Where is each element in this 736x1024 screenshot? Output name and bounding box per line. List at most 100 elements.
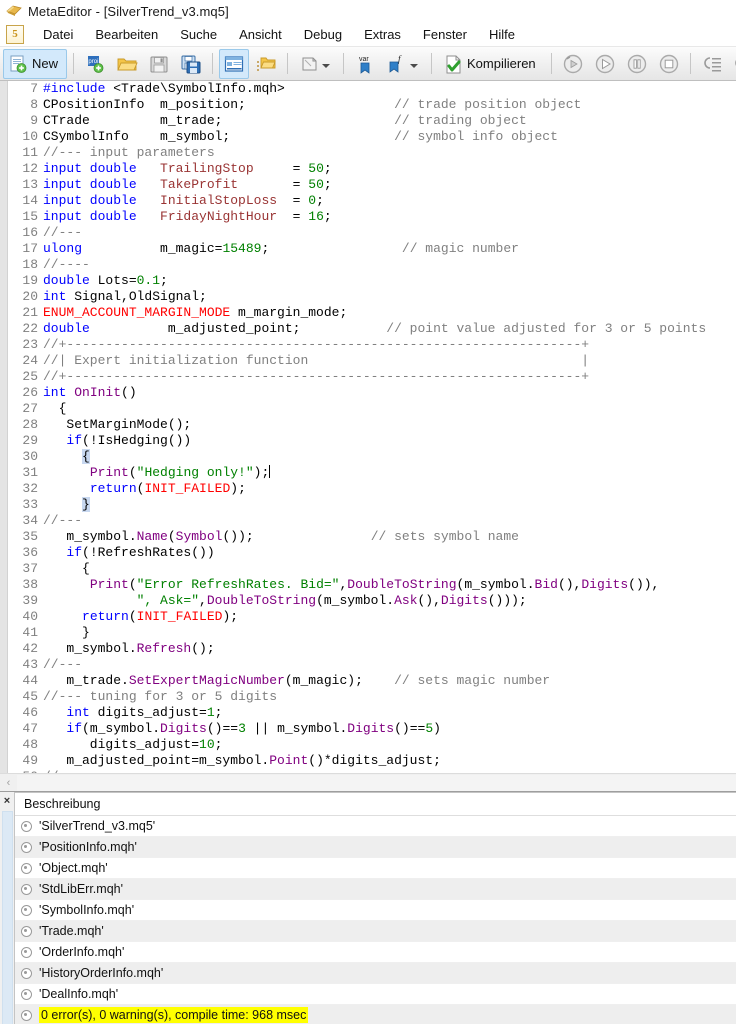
list-item[interactable]: 'DealInfo.mqh' bbox=[15, 984, 736, 1005]
list-item[interactable]: 'StdLibErr.mqh' bbox=[15, 879, 736, 900]
code-line[interactable]: 20int Signal,OldSignal; bbox=[0, 289, 736, 305]
code-line[interactable]: 16//--- bbox=[0, 225, 736, 241]
code-line[interactable]: 34//--- bbox=[0, 513, 736, 529]
scroll-track[interactable] bbox=[17, 775, 736, 791]
menu-ansicht[interactable]: Ansicht bbox=[228, 24, 293, 45]
compile-button[interactable]: Kompilieren bbox=[438, 49, 545, 79]
code-token: || m_symbol. bbox=[246, 721, 347, 736]
menu-fenster[interactable]: Fenster bbox=[412, 24, 478, 45]
styler-button[interactable] bbox=[294, 49, 337, 79]
code-lines[interactable]: 7#include <Trade\SymbolInfo.mqh>8CPositi… bbox=[0, 81, 736, 773]
menu-suche[interactable]: Suche bbox=[169, 24, 228, 45]
chevron-down-icon[interactable] bbox=[410, 64, 418, 68]
list-item[interactable]: 'Object.mqh' bbox=[15, 858, 736, 879]
code-token: m_magic= bbox=[82, 241, 222, 256]
code-token: m_trade. bbox=[43, 673, 129, 688]
code-line[interactable]: 38 Print("Error RefreshRates. Bid=",Doub… bbox=[0, 577, 736, 593]
code-line[interactable]: 36 if(!RefreshRates()) bbox=[0, 545, 736, 561]
code-line[interactable]: 31 Print("Hedging only!"); bbox=[0, 465, 736, 481]
column-header-beschreibung[interactable]: Beschreibung bbox=[15, 793, 736, 816]
scroll-left-arrow-icon[interactable]: ‹ bbox=[0, 775, 17, 791]
code-line[interactable]: 21ENUM_ACCOUNT_MARGIN_MODE m_margin_mode… bbox=[0, 305, 736, 321]
step-over-button[interactable] bbox=[729, 49, 736, 79]
open-file-button[interactable] bbox=[112, 49, 142, 79]
debug-restart-icon bbox=[562, 53, 584, 75]
mql5-badge-icon[interactable]: 5 bbox=[6, 25, 24, 44]
menu-hilfe[interactable]: Hilfe bbox=[478, 24, 526, 45]
editor-horizontal-scrollbar[interactable]: ‹ bbox=[0, 773, 736, 791]
line-number: 8 bbox=[0, 97, 38, 113]
list-item[interactable]: 'HistoryOrderInfo.mqh' bbox=[15, 963, 736, 984]
chevron-down-icon[interactable] bbox=[322, 64, 330, 68]
code-line[interactable]: 35 m_symbol.Name(Symbol()); // sets symb… bbox=[0, 529, 736, 545]
stop-debug-button[interactable] bbox=[654, 49, 684, 79]
code-line[interactable]: 47 if(m_symbol.Digits()==3 || m_symbol.D… bbox=[0, 721, 736, 737]
code-token: (m_symbol. bbox=[82, 721, 160, 736]
code-line[interactable]: 49 m_adjusted_point=m_symbol.Point()*dig… bbox=[0, 753, 736, 769]
code-line[interactable]: 39 ", Ask=",DoubleToString(m_symbol.Ask(… bbox=[0, 593, 736, 609]
code-line[interactable]: 45//--- tuning for 3 or 5 digits bbox=[0, 689, 736, 705]
list-item[interactable]: 'Trade.mqh' bbox=[15, 921, 736, 942]
menu-bearbeiten[interactable]: Bearbeiten bbox=[84, 24, 169, 45]
menu-extras[interactable]: Extras bbox=[353, 24, 412, 45]
code-line[interactable]: 9CTrade m_trade; // trading object bbox=[0, 113, 736, 129]
toggle-navigator-button[interactable] bbox=[219, 49, 249, 79]
save-file-button[interactable] bbox=[144, 49, 174, 79]
code-line[interactable]: 22double m_adjusted_point; // point valu… bbox=[0, 321, 736, 337]
code-line[interactable]: 33 } bbox=[0, 497, 736, 513]
code-line[interactable]: 13input double TakeProfit = 50; bbox=[0, 177, 736, 193]
new-project-button[interactable]: proj bbox=[80, 49, 110, 79]
menu-datei[interactable]: Datei bbox=[32, 24, 84, 45]
code-line[interactable]: 15input double FridayNightHour = 16; bbox=[0, 209, 736, 225]
code-line[interactable]: 12input double TrailingStop = 50; bbox=[0, 161, 736, 177]
code-line[interactable]: 8CPositionInfo m_position; // trade posi… bbox=[0, 97, 736, 113]
code-line[interactable]: 42 m_symbol.Refresh(); bbox=[0, 641, 736, 657]
code-line[interactable]: 19double Lots=0.1; bbox=[0, 273, 736, 289]
code-line[interactable]: 11//--- input parameters bbox=[0, 145, 736, 161]
code-line[interactable]: 14input double InitialStopLoss = 0; bbox=[0, 193, 736, 209]
code-line[interactable]: 40 return(INIT_FAILED); bbox=[0, 609, 736, 625]
code-line[interactable]: 44 m_trade.SetExpertMagicNumber(m_magic)… bbox=[0, 673, 736, 689]
step-into-button[interactable] bbox=[697, 49, 727, 79]
code-line[interactable]: 30 { bbox=[0, 449, 736, 465]
pause-debug-button[interactable] bbox=[622, 49, 652, 79]
code-line[interactable]: 48 digits_adjust=10; bbox=[0, 737, 736, 753]
code-line[interactable]: 29 if(!IsHedging()) bbox=[0, 433, 736, 449]
code-line[interactable]: 7#include <Trade\SymbolInfo.mqh> bbox=[0, 81, 736, 97]
code-line[interactable]: 37 { bbox=[0, 561, 736, 577]
list-item[interactable]: 'OrderInfo.mqh' bbox=[15, 942, 736, 963]
variables-button[interactable]: var bbox=[350, 49, 380, 79]
code-line[interactable]: 23//+-----------------------------------… bbox=[0, 337, 736, 353]
code-line[interactable]: 24//| Expert initialization function | bbox=[0, 353, 736, 369]
code-line[interactable]: 28 SetMarginMode(); bbox=[0, 417, 736, 433]
code-line[interactable]: 26int OnInit() bbox=[0, 385, 736, 401]
code-token: "Error RefreshRates. Bid=" bbox=[137, 577, 340, 592]
code-line[interactable]: 46 int digits_adjust=1; bbox=[0, 705, 736, 721]
save-all-button[interactable] bbox=[176, 49, 206, 79]
list-item[interactable]: 0 error(s), 0 warning(s), compile time: … bbox=[15, 1005, 736, 1024]
code-line[interactable]: 25//+-----------------------------------… bbox=[0, 369, 736, 385]
code-line[interactable]: 32 return(INIT_FAILED); bbox=[0, 481, 736, 497]
code-editor[interactable]: 7#include <Trade\SymbolInfo.mqh>8CPositi… bbox=[0, 81, 736, 773]
menu-debug[interactable]: Debug bbox=[293, 24, 353, 45]
code-line[interactable]: 10CSymbolInfo m_symbol; // symbol info o… bbox=[0, 129, 736, 145]
svg-text:var: var bbox=[359, 56, 369, 63]
code-line[interactable]: 41 } bbox=[0, 625, 736, 641]
code-line[interactable]: 27 { bbox=[0, 401, 736, 417]
log-entry-text: 'OrderInfo.mqh' bbox=[39, 945, 124, 959]
toggle-toolbox-button[interactable] bbox=[251, 49, 281, 79]
code-line[interactable]: 17ulong m_magic=15489; // magic number bbox=[0, 241, 736, 257]
list-item[interactable]: 'SilverTrend_v3.mq5' bbox=[15, 816, 736, 837]
compile-log-list[interactable]: 'SilverTrend_v3.mq5''PositionInfo.mqh''O… bbox=[15, 816, 736, 1024]
code-line[interactable]: 18//---- bbox=[0, 257, 736, 273]
restart-debug-button[interactable] bbox=[558, 49, 588, 79]
new-file-button[interactable]: New bbox=[3, 49, 67, 79]
start-debug-button[interactable] bbox=[590, 49, 620, 79]
list-item[interactable]: 'SymbolInfo.mqh' bbox=[15, 900, 736, 921]
code-line[interactable]: 43//--- bbox=[0, 657, 736, 673]
toolbox-tab-strip[interactable] bbox=[2, 811, 13, 1024]
list-item[interactable]: 'PositionInfo.mqh' bbox=[15, 837, 736, 858]
close-icon[interactable]: × bbox=[4, 795, 10, 807]
functions-button[interactable]: f bbox=[382, 49, 425, 79]
function-bookmark-icon: f bbox=[386, 53, 408, 75]
